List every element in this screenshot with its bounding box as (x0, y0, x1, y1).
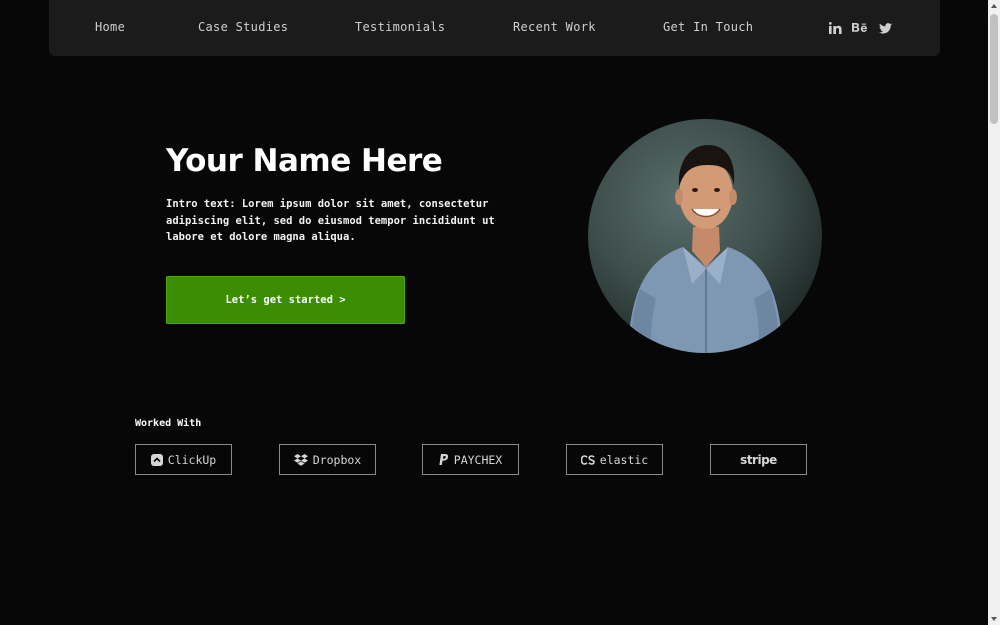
nav-link-testimonials[interactable]: Testimonials (355, 20, 445, 34)
clickup-icon (150, 453, 163, 466)
clickup-label: ClickUp (167, 452, 217, 467)
scroll-up-arrow[interactable] (988, 0, 1000, 12)
nav-link-case-studies[interactable]: Case Studies (198, 20, 288, 34)
nav-link-get-in-touch[interactable]: Get In Touch (663, 20, 753, 34)
nav-link-home[interactable]: Home (95, 20, 125, 34)
hero-title: Your Name Here (166, 143, 443, 179)
elastic-icon (580, 454, 595, 465)
dropbox-label: Dropbox (312, 452, 362, 467)
client-logo-clickup: ClickUp (135, 444, 232, 475)
scrollbar-thumb[interactable] (990, 14, 998, 124)
person-illustration (628, 145, 783, 353)
client-logo-dropbox: Dropbox (279, 444, 376, 475)
paychex-label: PAYCHEX (453, 452, 503, 467)
top-navbar: Home Case Studies Testimonials Recent Wo… (49, 0, 940, 56)
profile-photo (588, 119, 822, 353)
scroll-down-arrow[interactable] (988, 613, 1000, 625)
worked-with-label: Worked With (135, 418, 202, 429)
dropbox-icon (293, 453, 308, 466)
client-logo-stripe: stripe (710, 444, 807, 475)
linkedin-icon[interactable] (829, 20, 842, 36)
client-logo-paychex: PAYCHEX (422, 444, 519, 475)
scrollbar[interactable] (988, 0, 1000, 625)
elastic-label: elastic (599, 452, 649, 467)
behance-icon[interactable] (852, 20, 868, 36)
intro-text: Intro text: Lorem ipsum dolor sit amet, … (166, 198, 495, 243)
get-started-button[interactable]: Let’s get started > (166, 276, 405, 324)
nav-link-recent-work[interactable]: Recent Work (513, 20, 596, 34)
twitter-icon[interactable] (879, 20, 892, 36)
paypal-icon (439, 453, 449, 466)
stripe-label: stripe (740, 452, 777, 467)
client-logo-elastic: elastic (566, 444, 663, 475)
